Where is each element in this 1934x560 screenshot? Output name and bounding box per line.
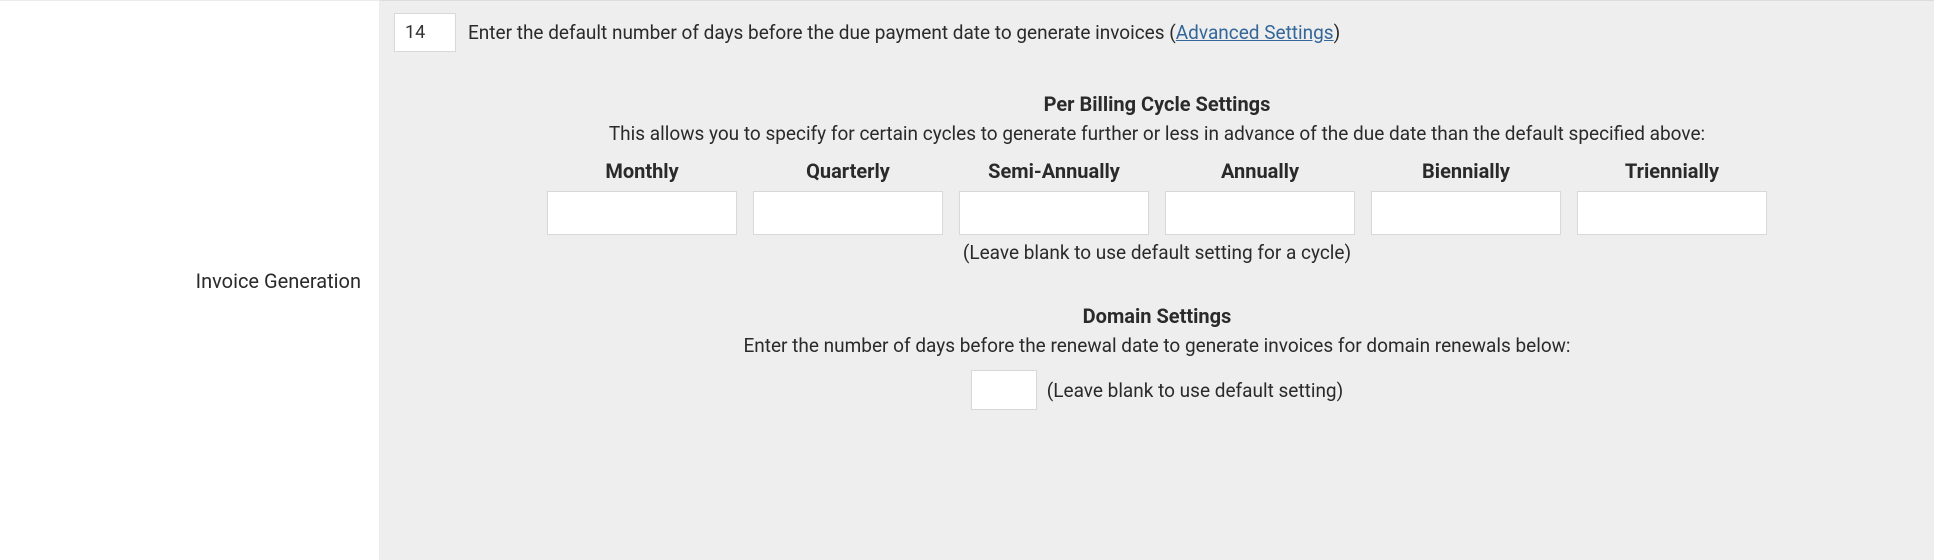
cycle-header: Triennially (1625, 159, 1719, 183)
cycle-header: Annually (1221, 159, 1299, 183)
quarterly-input[interactable] (753, 191, 943, 235)
default-days-help: Enter the default number of days before … (468, 21, 1340, 44)
cycle-col-biennially: Biennially (1371, 159, 1561, 235)
cycle-header: Monthly (605, 159, 678, 183)
setting-content: Enter the default number of days before … (380, 0, 1934, 560)
cycle-col-triennially: Triennially (1577, 159, 1767, 235)
cycle-header: Semi-Annually (988, 159, 1120, 183)
triennially-input[interactable] (1577, 191, 1767, 235)
domain-description: Enter the number of days before the rene… (394, 332, 1920, 361)
cycle-header: Quarterly (806, 159, 890, 183)
per-cycle-description: This allows you to specify for certain c… (394, 120, 1920, 149)
domain-days-input[interactable] (971, 370, 1037, 410)
cycle-col-monthly: Monthly (547, 159, 737, 235)
per-cycle-hint: (Leave blank to use default setting for … (394, 241, 1920, 264)
cycle-col-semiannually: Semi-Annually (959, 159, 1149, 235)
cycle-col-quarterly: Quarterly (753, 159, 943, 235)
domain-row: (Leave blank to use default setting) (394, 370, 1920, 410)
cycle-col-annually: Annually (1165, 159, 1355, 235)
billing-cycles-grid: Monthly Quarterly Semi-Annually Annually… (394, 159, 1920, 235)
advanced-settings-link[interactable]: Advanced Settings (1176, 21, 1334, 44)
default-days-row: Enter the default number of days before … (394, 13, 1920, 52)
setting-label: Invoice Generation (0, 0, 380, 560)
help-text-suffix: ) (1334, 21, 1341, 44)
cycle-header: Biennially (1422, 159, 1510, 183)
biennially-input[interactable] (1371, 191, 1561, 235)
annually-input[interactable] (1165, 191, 1355, 235)
monthly-input[interactable] (547, 191, 737, 235)
per-cycle-title: Per Billing Cycle Settings (394, 92, 1920, 116)
domain-title: Domain Settings (394, 304, 1920, 328)
default-days-input[interactable] (394, 13, 456, 52)
domain-hint: (Leave blank to use default setting) (1047, 379, 1343, 402)
help-text-prefix: Enter the default number of days before … (468, 21, 1176, 44)
semiannually-input[interactable] (959, 191, 1149, 235)
